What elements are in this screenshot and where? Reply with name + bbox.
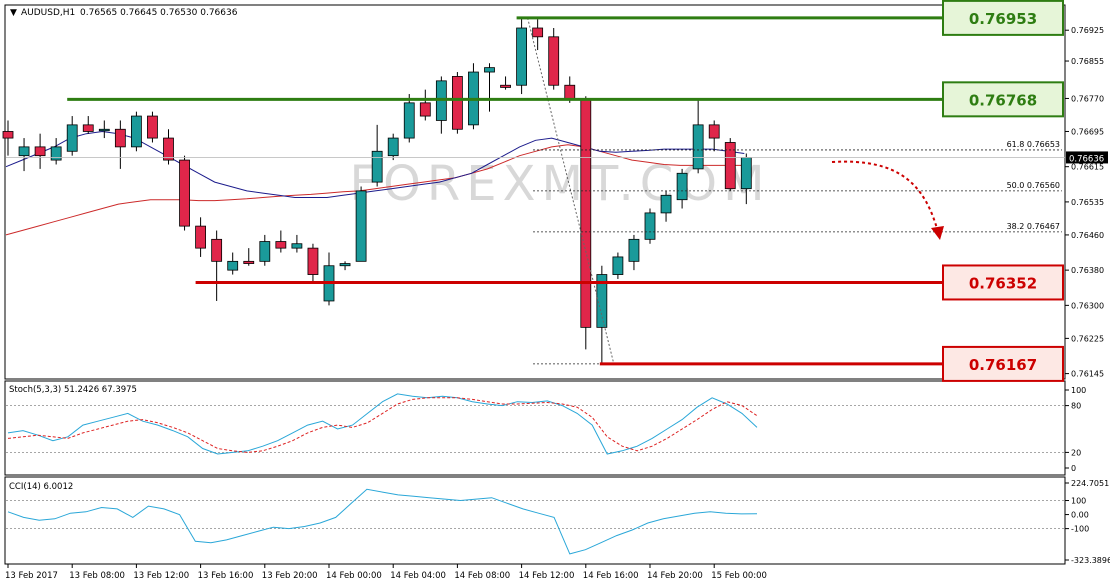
candle-body: [163, 137, 174, 161]
chart-canvas[interactable]: FOREXMT.COM 61.8 0.7665350.0 0.7656038.2…: [0, 0, 1110, 588]
cci-axis-label: -100: [1071, 525, 1089, 534]
price-axis-label: 0.76225: [1071, 334, 1104, 343]
stoch-label: Stoch(5,3,3) 51.2426 67.3975: [9, 385, 137, 395]
time-axis-label: 13 Feb 20:00: [262, 571, 318, 581]
candle-body: [403, 102, 415, 139]
level-price-label: 0.76167: [969, 356, 1037, 374]
cci-axis-label: -323.3896: [1071, 556, 1110, 565]
candle-body: [114, 128, 126, 148]
time-axis-label: 14 Feb 00:00: [326, 571, 382, 581]
candle-body: [243, 260, 255, 264]
price-axis-label: 0.76855: [1071, 57, 1104, 66]
candle-body: [660, 194, 672, 214]
ohlc-readout: 0.76565 0.76645 0.76530 0.76636: [80, 8, 238, 18]
candle-body: [564, 84, 576, 99]
candle-body: [580, 98, 592, 328]
candle-body: [612, 256, 624, 275]
candle-body: [291, 243, 303, 249]
price-axis-label: 0.76145: [1071, 370, 1104, 379]
candle-body: [724, 142, 736, 190]
level-price-label: 0.76953: [969, 10, 1037, 28]
candle-body: [644, 212, 656, 240]
cci-axis-label: 224.7051: [1071, 479, 1109, 488]
candle-body: [98, 128, 110, 132]
time-axis-label: 14 Feb 04:00: [390, 571, 446, 581]
time-axis-label: 15 Feb 00:00: [711, 571, 767, 581]
stoch-axis-label: 0: [1071, 464, 1076, 473]
price-axis-label: 0.76770: [1071, 94, 1104, 103]
price-axis-label: 0.76695: [1071, 127, 1104, 136]
time-axis-label: 13 Feb 2017: [5, 571, 58, 581]
cci-panel: [4, 476, 1066, 565]
time-axis-label: 13 Feb 08:00: [69, 571, 125, 581]
candle-body: [147, 115, 158, 139]
candle-body: [195, 225, 207, 249]
candle-body: [339, 263, 351, 267]
price-axis-label: 0.76300: [1071, 301, 1104, 310]
candle-body: [275, 241, 287, 249]
candle-body: [484, 67, 495, 73]
candle-body: [259, 241, 271, 262]
candle-body: [130, 115, 142, 148]
price-axis-label: 0.76615: [1071, 163, 1104, 172]
candle-body: [548, 36, 560, 86]
candle-body: [82, 124, 94, 132]
fib-level-label: 61.8 0.76653: [1007, 140, 1060, 149]
candle-body: [50, 146, 62, 161]
candle-body: [34, 146, 46, 157]
price-axis-label: 0.76460: [1071, 231, 1104, 240]
candle-body: [692, 124, 704, 170]
time-axis-label: 14 Feb 16:00: [583, 571, 639, 581]
cci-axis-label: 100: [1071, 497, 1086, 506]
chart-window[interactable]: FOREXMT.COM 61.8 0.76653 50.0 0.76560 38.2…: [0, 0, 1110, 588]
candle-body: [532, 27, 544, 38]
level-price-label: 0.76768: [969, 91, 1037, 109]
candle-body: [740, 157, 752, 190]
candle-body: [18, 146, 30, 157]
time-axis-label: 13 Feb 16:00: [198, 571, 254, 581]
time-axis-label: 13 Feb 12:00: [133, 571, 189, 581]
price-axis-label: 0.76925: [1071, 26, 1104, 35]
candle-body: [628, 238, 640, 262]
fib-level-label: 38.2 0.76467: [1007, 222, 1060, 231]
symbol-label: AUDUSD,H1: [21, 8, 75, 18]
candle-body: [227, 260, 239, 271]
cci-label: CCI(14) 6.0012: [9, 482, 73, 492]
fib-level-label: 50.0 0.76560: [1007, 181, 1060, 190]
candle-body: [179, 159, 190, 227]
candle-body: [516, 27, 527, 86]
time-axis-label: 14 Feb 08:00: [454, 571, 510, 581]
time-axis-label: 14 Feb 12:00: [519, 571, 575, 581]
level-price-label: 0.76352: [969, 274, 1037, 292]
price-axis-label: 0.76535: [1071, 198, 1104, 207]
candle-body: [451, 76, 463, 130]
candle-body: [66, 124, 78, 152]
cci-axis-label: 0.00: [1071, 511, 1089, 520]
price-axis-label: 0.76380: [1071, 266, 1104, 275]
candle-body: [500, 84, 511, 88]
stoch-axis-label: 20: [1071, 448, 1081, 457]
menu-arrow-icon[interactable]: ▼: [10, 8, 17, 18]
candle-body: [371, 150, 383, 183]
candle-body: [211, 238, 223, 262]
candle-body: [307, 247, 319, 275]
candle-body: [419, 102, 431, 117]
candle-body: [676, 172, 688, 201]
stochastic-panel: [4, 380, 1066, 476]
candle-body: [708, 124, 720, 139]
stoch-axis-label: 100: [1071, 386, 1086, 395]
candle-body: [355, 190, 367, 262]
candle-body: [387, 137, 399, 157]
candle-body: [2, 131, 14, 139]
time-axis-label: 14 Feb 20:00: [647, 571, 703, 581]
stoch-axis-label: 80: [1071, 402, 1081, 411]
